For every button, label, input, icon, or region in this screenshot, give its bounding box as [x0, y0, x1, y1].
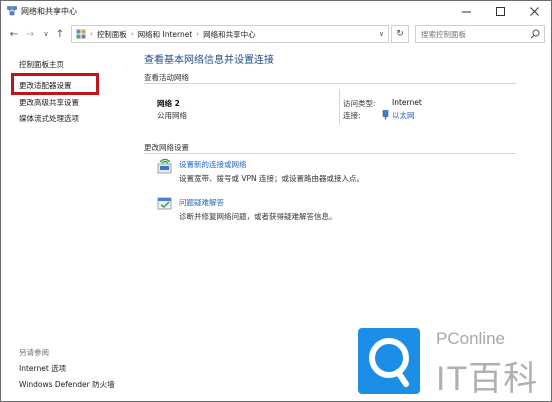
- address-dropdown-icon[interactable]: ∨: [379, 30, 384, 38]
- network-app-icon: [7, 6, 17, 16]
- watermark-brand: PConline: [436, 329, 505, 348]
- network-category[interactable]: 公用网络: [157, 110, 187, 121]
- network-sharing-center-window: 网络和共享中心 ← → ∨ ↑ › 控制面板 › 网络和 Internet › …: [0, 0, 552, 402]
- minimize-icon: [461, 11, 471, 12]
- see-also-internet-options[interactable]: Internet 选项: [19, 363, 66, 374]
- network-info-separator: [339, 89, 340, 125]
- breadcrumb-separator: ›: [90, 30, 93, 38]
- troubleshoot-problems-link[interactable]: 问题疑难解答: [179, 197, 224, 208]
- change-network-settings-heading: 更改网络设置: [144, 143, 189, 152]
- close-icon: [529, 6, 539, 16]
- back-button[interactable]: ←: [7, 27, 21, 41]
- minimize-button[interactable]: [451, 1, 481, 21]
- close-button[interactable]: [519, 1, 549, 21]
- search-input[interactable]: 搜索控制面板: [415, 25, 545, 43]
- active-networks-heading: 查看活动网络: [144, 73, 189, 82]
- breadcrumb-network-sharing-center[interactable]: 网络和共享中心: [203, 29, 256, 40]
- recent-locations-button[interactable]: ∨: [39, 27, 53, 41]
- setup-new-connection-description: 设置宽带、拨号或 VPN 连接；或设置路由器或接入点。: [179, 174, 365, 183]
- maximize-button[interactable]: [485, 1, 515, 21]
- pconline-logo: [358, 328, 420, 394]
- network-name: 网络 2: [157, 99, 180, 108]
- connection-ethernet-link[interactable]: 以太网: [392, 110, 415, 121]
- address-bar[interactable]: › 控制面板 › 网络和 Internet › 网络和共享中心 ∨: [71, 25, 389, 43]
- search-placeholder: 搜索控制面板: [421, 29, 466, 39]
- sidebar-item-advanced-sharing-settings[interactable]: 更改高级共享设置: [19, 97, 79, 108]
- sidebar-item-media-streaming-options[interactable]: 媒体流式处理选项: [19, 113, 79, 124]
- pconline-logo-mark: [369, 338, 409, 387]
- arrow-right-icon: →: [25, 28, 35, 40]
- breadcrumb-separator: ›: [130, 30, 134, 38]
- title-bar: 网络和共享中心: [1, 1, 551, 21]
- arrow-up-icon: ↑: [55, 28, 65, 40]
- arrow-left-icon: ←: [9, 28, 19, 40]
- breadcrumb-separator: ›: [196, 30, 200, 38]
- forward-button[interactable]: →: [23, 27, 37, 41]
- troubleshoot-problems-description: 诊断并修复网络问题，或者获得疑难解答信息。: [179, 212, 337, 221]
- control-panel-icon: [76, 29, 86, 39]
- watermark-name: IT百科: [436, 360, 539, 398]
- page-title: 查看基本网络信息并设置连接: [144, 55, 274, 66]
- breadcrumb-network-internet[interactable]: 网络和 Internet: [138, 29, 193, 40]
- see-also-heading: 另请参阅: [19, 348, 49, 357]
- section-divider: [144, 153, 516, 154]
- maximize-icon: [495, 6, 505, 16]
- navigation-bar: ← → ∨ ↑ › 控制面板 › 网络和 Internet › 网络和共享中心 …: [1, 23, 551, 45]
- breadcrumb-control-panel[interactable]: 控制面板: [97, 29, 127, 40]
- section-divider: [144, 83, 516, 84]
- pconline-watermark: PConline IT百科: [358, 325, 548, 399]
- refresh-icon: ↻: [396, 29, 404, 39]
- setup-new-connection-link[interactable]: 设置新的连接或网络: [179, 159, 247, 170]
- search-icon: [530, 29, 540, 39]
- access-type-value: Internet: [392, 98, 422, 107]
- highlight-annotation-box: [11, 73, 99, 95]
- up-button[interactable]: ↑: [53, 27, 67, 41]
- new-connection-icon: [157, 158, 172, 174]
- chevron-down-icon: ∨: [43, 30, 49, 38]
- see-also-windows-defender-firewall[interactable]: Windows Defender 防火墙: [19, 379, 115, 390]
- refresh-button[interactable]: ↻: [391, 25, 409, 43]
- troubleshoot-icon: [157, 197, 172, 210]
- ethernet-icon: [382, 110, 389, 120]
- connection-label: 连接:: [343, 111, 361, 120]
- access-type-label: 访问类型:: [343, 99, 376, 108]
- window-title: 网络和共享中心: [21, 7, 77, 16]
- sidebar-item-control-panel-home[interactable]: 控制面板主页: [19, 59, 64, 70]
